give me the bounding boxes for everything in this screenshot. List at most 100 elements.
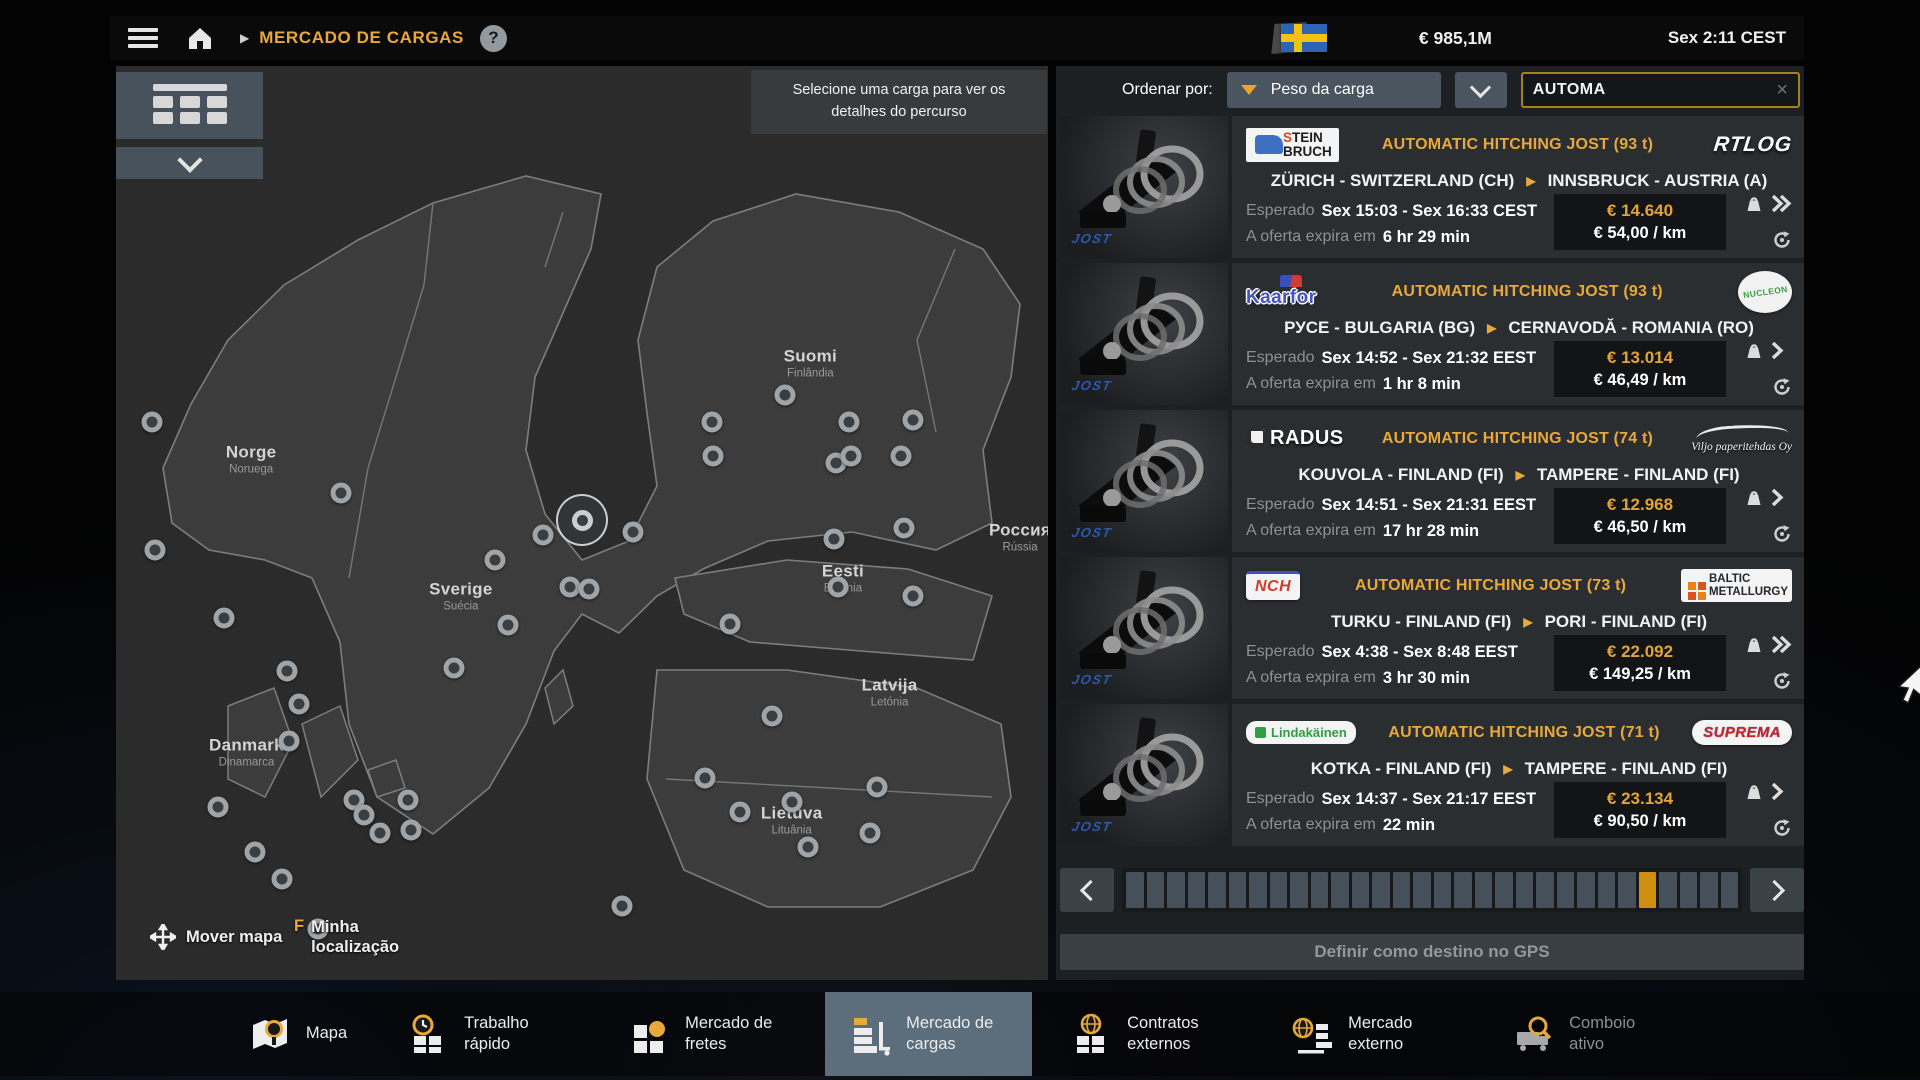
page-block[interactable]	[1311, 872, 1329, 908]
page-block[interactable]	[1557, 872, 1575, 908]
page-block[interactable]	[1331, 872, 1349, 908]
nav-mercado-de-fretes[interactable]: Mercado de fretes	[604, 992, 811, 1076]
page-block[interactable]	[1393, 872, 1411, 908]
page-block[interactable]	[1536, 872, 1554, 908]
home-button[interactable]	[186, 25, 214, 51]
page-block[interactable]	[1680, 872, 1698, 908]
city-marker[interactable]	[353, 805, 374, 826]
city-marker[interactable]	[288, 693, 309, 714]
move-map-button[interactable]: Mover mapa	[150, 924, 282, 950]
city-marker[interactable]	[559, 576, 580, 597]
city-marker[interactable]	[277, 661, 298, 682]
city-marker[interactable]	[823, 528, 844, 549]
city-marker[interactable]	[612, 895, 633, 916]
set-gps-destination-button[interactable]: Definir como destino no GPS	[1060, 934, 1804, 970]
page-block[interactable]	[1475, 872, 1493, 908]
cargo-offer-row[interactable]: JOST Lindakäinen AUTOMATIC HITCHING JOST…	[1060, 704, 1804, 846]
city-marker[interactable]	[485, 549, 506, 570]
cargo-offer-row[interactable]: JOST RADUS AUTOMATIC HITCHING JOST (74 t…	[1060, 410, 1804, 552]
city-marker[interactable]	[828, 576, 849, 597]
city-marker[interactable]	[330, 482, 351, 503]
city-marker[interactable]	[279, 730, 300, 751]
city-marker[interactable]	[214, 608, 235, 629]
nav-trabalho-rapido[interactable]: Trabalho rápido	[383, 992, 590, 1076]
city-marker[interactable]	[841, 446, 862, 467]
city-marker[interactable]	[701, 411, 722, 432]
page-block[interactable]	[1147, 872, 1165, 908]
city-marker[interactable]	[859, 822, 880, 843]
page-block[interactable]	[1270, 872, 1288, 908]
trailer-config-button[interactable]	[116, 72, 263, 139]
city-marker[interactable]	[893, 518, 914, 539]
page-block[interactable]	[1577, 872, 1595, 908]
city-marker[interactable]	[902, 586, 923, 607]
nav-comboio-ativo[interactable]: Comboio ativo	[1488, 992, 1695, 1076]
page-block[interactable]	[1516, 872, 1534, 908]
city-marker[interactable]	[244, 842, 265, 863]
collapse-panel-button[interactable]	[116, 147, 263, 179]
clear-search-icon[interactable]: ×	[1776, 80, 1788, 100]
city-marker[interactable]	[730, 801, 751, 822]
page-block[interactable]	[1352, 872, 1370, 908]
cargo-offer-row[interactable]: JOST STEIN BRUCH AUTOMATIC HITCHING JOST…	[1060, 116, 1804, 258]
next-page-button[interactable]	[1750, 868, 1804, 912]
city-marker[interactable]	[902, 409, 923, 430]
my-location-button[interactable]: F Minha localização	[294, 917, 415, 958]
city-marker[interactable]	[207, 797, 228, 818]
page-block[interactable]	[1721, 872, 1739, 908]
city-marker[interactable]	[720, 614, 741, 635]
nav-mercado-externo[interactable]: Mercado externo	[1267, 992, 1474, 1076]
city-marker[interactable]	[397, 789, 418, 810]
city-marker[interactable]	[798, 836, 819, 857]
city-marker[interactable]	[762, 705, 783, 726]
city-marker[interactable]	[369, 822, 390, 843]
page-block[interactable]	[1290, 872, 1308, 908]
sort-expand-button[interactable]	[1455, 72, 1507, 108]
page-block[interactable]	[1434, 872, 1452, 908]
city-marker[interactable]	[498, 615, 519, 636]
page-block[interactable]	[1639, 872, 1657, 908]
page-block[interactable]	[1126, 872, 1144, 908]
nav-contratos-externos[interactable]: Contratos externos	[1046, 992, 1253, 1076]
city-marker[interactable]	[401, 820, 422, 841]
city-marker[interactable]	[579, 578, 600, 599]
page-block[interactable]	[1700, 872, 1718, 908]
hamburger-menu-icon[interactable]	[128, 28, 158, 48]
prev-page-button[interactable]	[1060, 868, 1114, 912]
city-marker[interactable]	[532, 524, 553, 545]
cargo-map[interactable]: NorgeNoruegaSverigeSuéciaSuomiFinlândiaE…	[116, 66, 1048, 980]
page-block[interactable]	[1167, 872, 1185, 908]
pagination-track[interactable]	[1122, 868, 1742, 912]
selected-marker[interactable]	[556, 494, 608, 546]
nav-mercado-de-cargas[interactable]: Mercado de cargas	[825, 992, 1032, 1076]
page-block[interactable]	[1413, 872, 1431, 908]
sort-dropdown[interactable]: Peso da carga	[1227, 72, 1441, 108]
city-marker[interactable]	[444, 658, 465, 679]
city-marker[interactable]	[695, 768, 716, 789]
help-button[interactable]: ?	[480, 25, 507, 52]
page-block[interactable]	[1495, 872, 1513, 908]
page-block[interactable]	[1454, 872, 1472, 908]
page-block[interactable]	[1249, 872, 1267, 908]
city-marker[interactable]	[890, 446, 911, 467]
page-block[interactable]	[1659, 872, 1677, 908]
page-block[interactable]	[1618, 872, 1636, 908]
city-marker[interactable]	[145, 540, 166, 561]
cargo-offer-row[interactable]: JOST Kaarfor AUTOMATIC HITCHING JOST (93…	[1060, 263, 1804, 405]
search-input[interactable]: AUTOMA ×	[1521, 72, 1800, 108]
page-block[interactable]	[1372, 872, 1390, 908]
city-marker[interactable]	[703, 446, 724, 467]
page-block[interactable]	[1229, 872, 1247, 908]
nav-mapa[interactable]: Mapa	[225, 992, 369, 1076]
page-block[interactable]	[1188, 872, 1206, 908]
city-marker[interactable]	[623, 522, 644, 543]
city-marker[interactable]	[781, 791, 802, 812]
page-block[interactable]	[1208, 872, 1226, 908]
city-marker[interactable]	[142, 411, 163, 432]
page-block[interactable]	[1598, 872, 1616, 908]
cargo-offer-row[interactable]: JOST NCH AUTOMATIC HITCHING JOST (73 t) …	[1060, 557, 1804, 699]
city-marker[interactable]	[867, 777, 888, 798]
city-marker[interactable]	[775, 385, 796, 406]
city-marker[interactable]	[271, 869, 292, 890]
city-marker[interactable]	[839, 411, 860, 432]
